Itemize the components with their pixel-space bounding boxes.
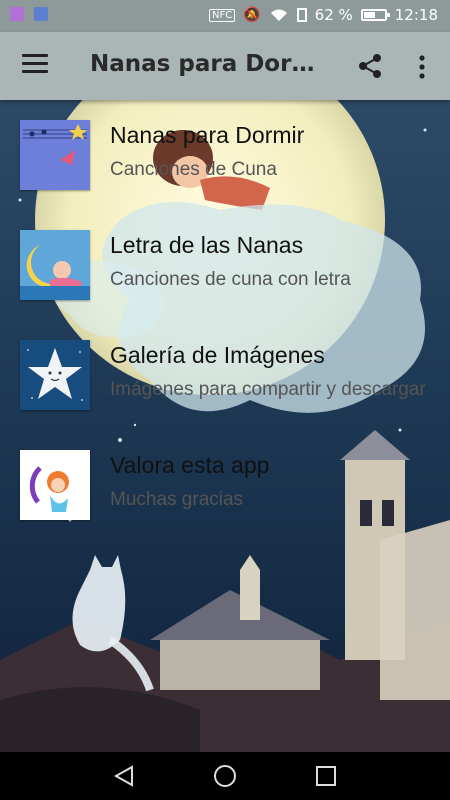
- back-triangle-icon[interactable]: [112, 764, 136, 788]
- girl-moon-thumbnail: [20, 450, 90, 520]
- vibrate-icon: 🔕: [243, 7, 261, 23]
- list-item[interactable]: Valora esta app Muchas gracias: [0, 430, 450, 540]
- app-title: Nanas para Dormir...: [90, 51, 330, 77]
- star-thumbnail: [20, 340, 90, 410]
- battery-level-fill: [363, 12, 375, 18]
- status-bar: NFC 🔕 62 % 12:18: [0, 0, 450, 32]
- item-subtitle: Canciones de cuna con letra: [110, 269, 351, 290]
- list-item[interactable]: Nanas para Dormir Canciones de Cuna: [0, 100, 450, 210]
- battery-percent: 62 %: [314, 6, 353, 24]
- clock: 12:18: [394, 6, 438, 24]
- menu-list: Nanas para Dormir Canciones de Cuna Letr…: [0, 100, 450, 540]
- navigation-bar: [0, 752, 450, 800]
- item-subtitle: Canciones de Cuna: [110, 159, 277, 180]
- list-item[interactable]: Galería de Imágenes Imágenes para compar…: [0, 320, 450, 430]
- baby-moon-thumbnail: [20, 230, 90, 300]
- item-title: Valora esta app: [110, 452, 270, 478]
- app-bar: Nanas para Dormir...: [0, 32, 450, 100]
- list-item[interactable]: Letra de las Nanas Canciones de cuna con…: [0, 210, 450, 320]
- sim-icon: [296, 8, 307, 22]
- share-icon[interactable]: [356, 52, 384, 80]
- nfc-indicator: NFC: [209, 8, 236, 22]
- item-title: Galería de Imágenes: [110, 342, 325, 368]
- item-title: Nanas para Dormir: [110, 122, 305, 148]
- item-title: Letra de las Nanas: [110, 232, 304, 258]
- hamburger-menu-icon[interactable]: [22, 54, 48, 76]
- battery-icon: [360, 9, 390, 21]
- download-notification-icon: [34, 7, 48, 21]
- item-subtitle: Imágenes para compartir y descargar: [110, 379, 426, 400]
- app-notification-icon: [10, 7, 24, 21]
- wifi-icon: [270, 9, 287, 21]
- music-sheet-thumbnail: [20, 120, 90, 190]
- home-circle-icon[interactable]: [213, 764, 237, 788]
- recents-square-icon[interactable]: [314, 764, 338, 788]
- more-vert-icon[interactable]: [414, 54, 430, 80]
- item-subtitle: Muchas gracias: [110, 489, 244, 510]
